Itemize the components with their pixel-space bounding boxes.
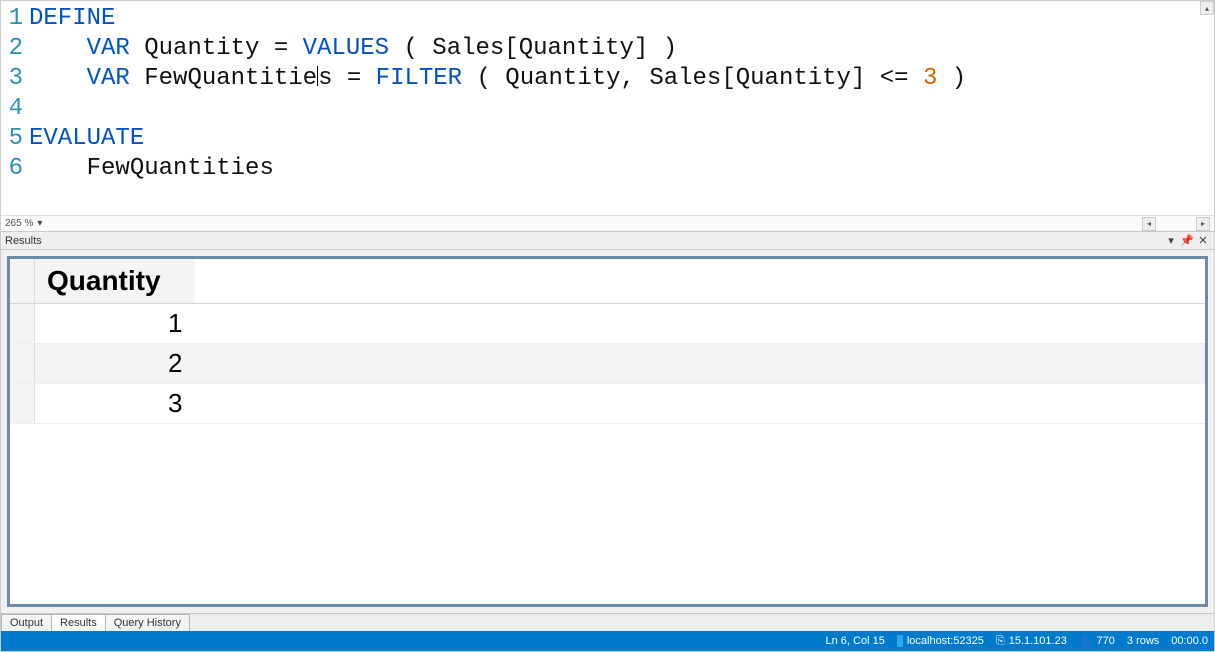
code-token: 3 — [923, 65, 937, 92]
cell-empty — [195, 384, 1206, 424]
code-token: ( Sales[Quantity] ) — [389, 35, 677, 62]
results-panel-title: Results — [5, 235, 42, 247]
table-row[interactable]: 2 — [10, 344, 1205, 384]
table-row[interactable]: 1 — [10, 304, 1205, 344]
results-grid[interactable]: Quantity 123 — [10, 259, 1205, 424]
scroll-up-button[interactable]: ▴ — [1200, 1, 1214, 15]
code-content[interactable]: DEFINE — [29, 4, 1214, 34]
line-number: 1 — [1, 4, 29, 34]
status-time: 00:00.0 — [1171, 635, 1208, 647]
cell-empty — [195, 344, 1206, 384]
code-content[interactable] — [29, 94, 1214, 124]
line-number: 3 — [1, 64, 29, 94]
code-token: FewQuantities — [29, 155, 274, 182]
status-version-text: 15.1.101.23 — [1009, 635, 1067, 647]
code-token: Quantity = — [130, 35, 303, 62]
server-indicator-icon — [897, 635, 903, 647]
status-version: ⎘ 15.1.101.23 — [996, 635, 1067, 648]
row-header[interactable] — [10, 384, 35, 424]
code-token: s = — [318, 65, 376, 92]
scroll-left-button[interactable]: ◂ — [1142, 217, 1156, 231]
editor-pane: 1DEFINE2 VAR Quantity = VALUES ( Sales[Q… — [1, 1, 1214, 232]
line-number: 6 — [1, 154, 29, 184]
cell-quantity[interactable]: 2 — [35, 344, 195, 384]
code-line[interactable]: 3 VAR FewQuantities = FILTER ( Quantity,… — [1, 64, 1214, 94]
code-token — [29, 35, 87, 62]
line-number: 5 — [1, 124, 29, 154]
bottom-tab-bar: Output Results Query History — [1, 613, 1214, 631]
zoom-dropdown-icon[interactable]: ▾ — [37, 218, 42, 229]
app-window: 1DEFINE2 VAR Quantity = VALUES ( Sales[Q… — [0, 0, 1215, 652]
row-header-corner — [10, 259, 35, 304]
code-line[interactable]: 4 — [1, 94, 1214, 124]
code-token: VAR — [87, 35, 130, 62]
results-grid-frame: Quantity 123 — [7, 256, 1208, 607]
code-token: FewQuantitie — [130, 65, 317, 92]
code-token: VAR — [87, 65, 130, 92]
column-header-quantity[interactable]: Quantity — [35, 259, 195, 304]
status-user: 👤 770 — [1079, 635, 1115, 648]
window-status-bar: Ln 6, Col 15 localhost:52325 ⎘ 15.1.101.… — [1, 631, 1214, 651]
line-number: 2 — [1, 34, 29, 64]
tab-results[interactable]: Results — [51, 614, 106, 631]
code-token — [29, 65, 87, 92]
panel-close-button[interactable]: ✕ — [1196, 234, 1210, 248]
line-number: 4 — [1, 94, 29, 124]
row-header[interactable] — [10, 304, 35, 344]
panel-menu-button[interactable]: ▾ — [1164, 234, 1178, 248]
code-line[interactable]: 2 VAR Quantity = VALUES ( Sales[Quantity… — [1, 34, 1214, 64]
code-line[interactable]: 1DEFINE — [1, 4, 1214, 34]
user-icon: 👤 — [1079, 635, 1093, 648]
code-content[interactable]: VAR FewQuantities = FILTER ( Quantity, S… — [29, 64, 1214, 94]
editor-vertical-scrollbar[interactable]: ▴ — [1200, 1, 1214, 215]
status-rows: 3 rows — [1127, 635, 1159, 647]
table-row[interactable]: 3 — [10, 384, 1205, 424]
code-line[interactable]: 6 FewQuantities — [1, 154, 1214, 184]
code-token: ( Quantity, Sales[Quantity] <= — [462, 65, 923, 92]
status-user-text: 770 — [1097, 635, 1115, 647]
panel-pin-button[interactable]: 📌 — [1180, 234, 1194, 248]
code-line[interactable]: 5EVALUATE — [1, 124, 1214, 154]
version-icon: ⎘ — [996, 635, 1005, 648]
status-server: localhost:52325 — [897, 635, 984, 647]
code-content[interactable]: EVALUATE — [29, 124, 1214, 154]
code-token: FILTER — [376, 65, 462, 92]
code-token: ) — [937, 65, 966, 92]
editor-zoom-bar: 265 % ▾ ◂ ▸ — [1, 215, 1214, 231]
row-header[interactable] — [10, 344, 35, 384]
results-panel-header: Results ▾ 📌 ✕ — [1, 232, 1214, 250]
code-editor[interactable]: 1DEFINE2 VAR Quantity = VALUES ( Sales[Q… — [1, 1, 1214, 215]
code-content[interactable]: VAR Quantity = VALUES ( Sales[Quantity] … — [29, 34, 1214, 64]
code-content[interactable]: FewQuantities — [29, 154, 1214, 184]
code-token: DEFINE — [29, 5, 115, 32]
column-header-empty — [195, 259, 1206, 304]
editor-zoom-level[interactable]: 265 % — [5, 218, 33, 229]
status-cursor-position: Ln 6, Col 15 — [826, 635, 885, 647]
tab-query-history[interactable]: Query History — [105, 614, 190, 631]
cell-quantity[interactable]: 3 — [35, 384, 195, 424]
scroll-right-button[interactable]: ▸ — [1196, 217, 1210, 231]
code-token: EVALUATE — [29, 125, 144, 152]
code-token: VALUES — [303, 35, 389, 62]
cell-quantity[interactable]: 1 — [35, 304, 195, 344]
cell-empty — [195, 304, 1206, 344]
results-panel-body: Quantity 123 — [1, 250, 1214, 613]
tab-output[interactable]: Output — [1, 614, 52, 631]
status-server-text: localhost:52325 — [907, 635, 984, 647]
